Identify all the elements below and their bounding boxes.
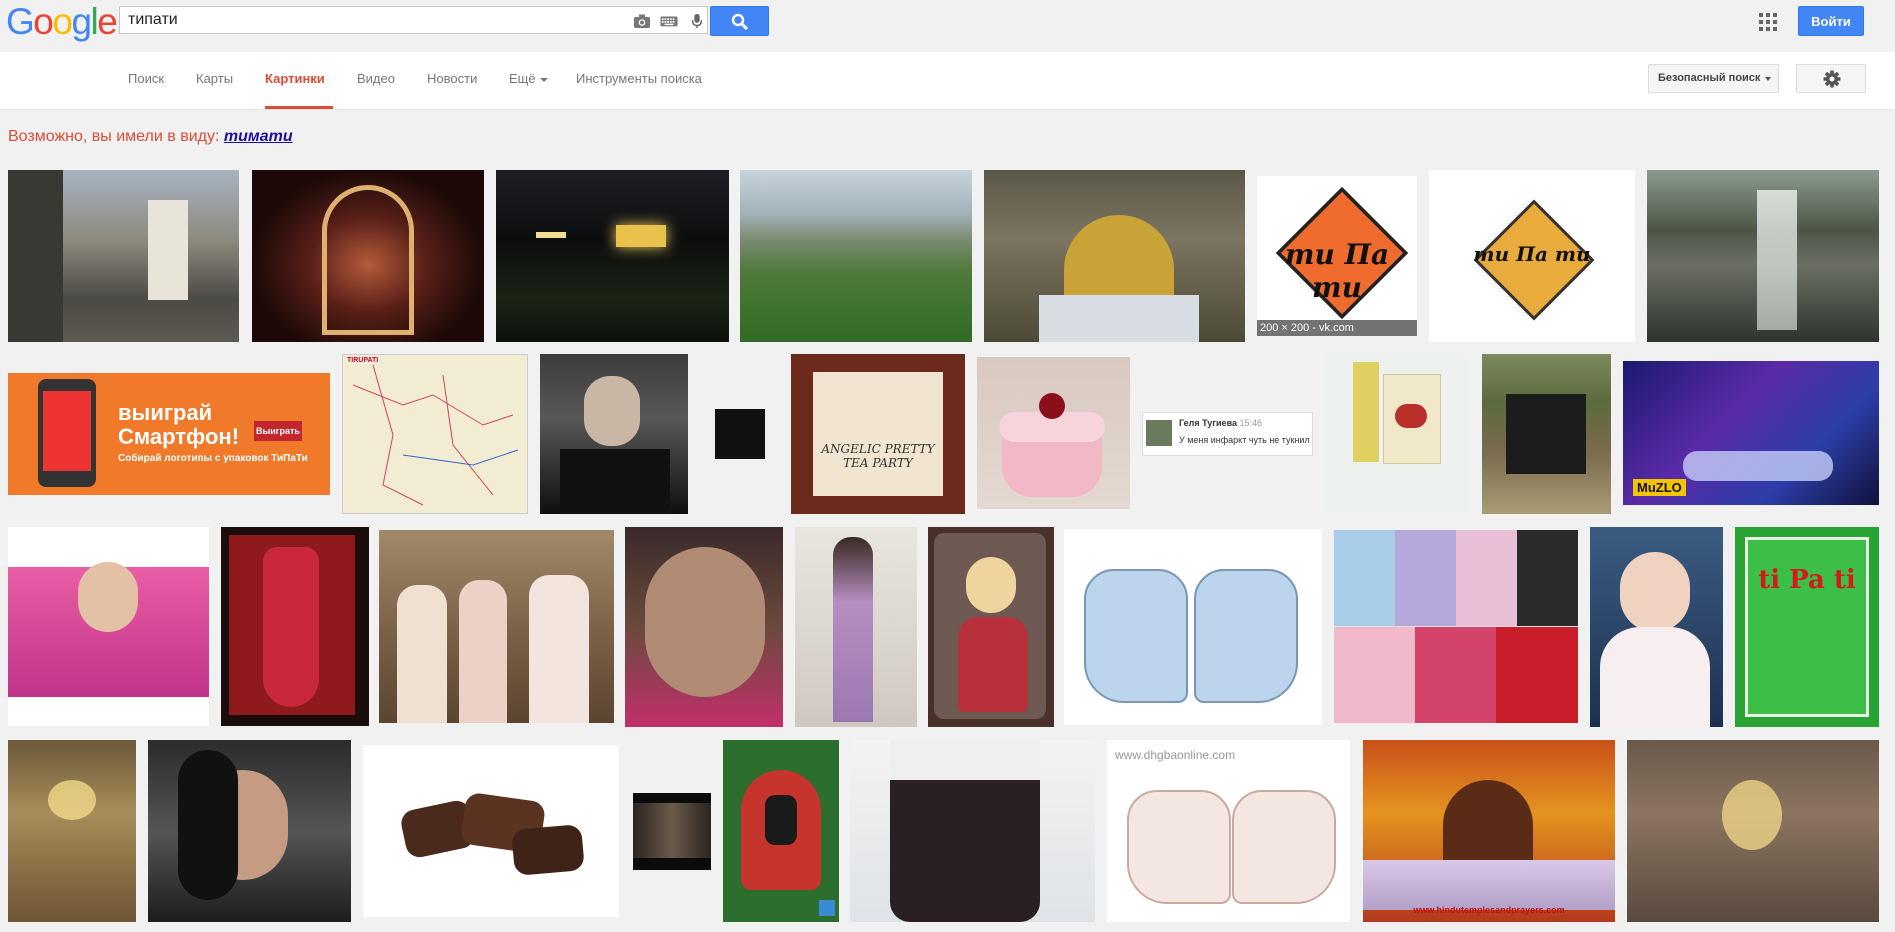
search-button[interactable] (710, 6, 769, 36)
image-thumbnail[interactable] (8, 527, 209, 726)
image-thumbnail[interactable] (715, 409, 765, 459)
image-thumbnail[interactable]: www.dhgbaonline.com (1107, 740, 1350, 922)
promo-subtitle: Собирай логотипы с упаковок ТиПаТи (118, 453, 308, 464)
image-thumbnail[interactable]: TIRUPATI (342, 354, 528, 514)
did-you-mean-link[interactable]: тимати (224, 128, 293, 145)
apps-grid-icon[interactable] (1759, 13, 1777, 31)
image-thumbnail[interactable] (540, 354, 688, 514)
image-thumbnail[interactable]: ти Па ти (1429, 170, 1635, 342)
thumbnail-watermark: www.dhgbaonline.com (1115, 748, 1236, 762)
brand-logo-text: ти Па ти (1473, 242, 1591, 266)
image-thumbnail[interactable] (148, 740, 351, 922)
tab-video[interactable]: Видео (357, 71, 395, 109)
thumbnail-caption: 200 × 200 - vk.com (1257, 320, 1417, 336)
image-thumbnail[interactable] (8, 740, 136, 922)
microphone-icon[interactable] (688, 13, 706, 29)
image-thumbnail[interactable] (363, 745, 619, 917)
image-thumbnail[interactable]: Геля Тугиева 15:46 У меня инфаркт чуть н… (1142, 412, 1313, 456)
sign-line-1: ANGELIC PRETTY (821, 442, 935, 456)
camera-icon[interactable] (633, 13, 651, 29)
channel-logo: MuZLO (1633, 479, 1686, 496)
logo-letter: g (71, 1, 92, 42)
did-you-mean: Возможно, вы имели в виду: тимати (8, 128, 293, 146)
did-you-mean-prefix: Возможно, вы имели в виду: (8, 128, 220, 145)
image-thumbnail[interactable] (723, 740, 839, 922)
settings-button[interactable] (1796, 64, 1866, 93)
poster-title: ti Pa ti (1758, 565, 1856, 595)
image-thumbnail[interactable]: выиграй Смартфон! Выиграть Собирай логот… (8, 373, 330, 495)
image-thumbnail[interactable] (984, 170, 1245, 342)
image-thumbnail[interactable] (1064, 529, 1322, 725)
brand-logo-text: ти Па ти (1284, 238, 1390, 304)
image-thumbnail[interactable] (1325, 354, 1469, 514)
map-lines (352, 364, 519, 506)
tab-search-tools[interactable]: Инструменты поиска (576, 71, 702, 109)
google-logo[interactable]: Google (6, 1, 118, 42)
tab-images[interactable]: Картинки (265, 71, 333, 109)
image-thumbnail[interactable] (795, 527, 917, 727)
search-icon (731, 13, 749, 31)
image-thumbnail[interactable] (252, 170, 484, 342)
image-thumbnail[interactable] (625, 527, 783, 727)
logo-letter: l (90, 1, 99, 42)
top-bar: Google типати Войти (0, 0, 1895, 52)
image-thumbnail[interactable] (1590, 527, 1723, 727)
keyboard-icon[interactable] (660, 13, 678, 29)
image-thumbnail[interactable] (1334, 530, 1578, 723)
search-box (119, 6, 708, 34)
tab-maps[interactable]: Карты (196, 71, 233, 109)
sign-line-2: TEA PARTY (843, 456, 913, 470)
image-thumbnail[interactable]: MuZLO (1623, 361, 1879, 505)
image-thumbnail[interactable] (496, 170, 729, 342)
thumbnail-url: www.hindutemplesandprayers.com (1413, 905, 1565, 915)
chevron-down-icon (1765, 77, 1771, 81)
image-thumbnail[interactable]: ANGELIC PRETTY TEA PARTY (791, 354, 965, 514)
search-input[interactable] (128, 9, 608, 31)
tab-more[interactable]: Ещё (509, 71, 548, 109)
logo-letter: o (33, 1, 54, 42)
comment-time: 15:46 (1239, 418, 1263, 428)
tab-news[interactable]: Новости (427, 71, 477, 109)
image-thumbnail[interactable] (928, 527, 1054, 727)
gear-icon (1823, 70, 1841, 88)
promo-win-button: Выиграть (254, 421, 302, 441)
logo-letter: G (6, 1, 35, 42)
image-thumbnail[interactable] (8, 170, 239, 342)
image-thumbnail[interactable] (1627, 740, 1879, 922)
signin-button[interactable]: Войти (1798, 6, 1864, 36)
image-thumbnail[interactable]: www.hindutemplesandprayers.com (1363, 740, 1615, 922)
tab-more-label: Ещё (509, 71, 536, 86)
image-thumbnail[interactable] (850, 740, 1095, 922)
search-tabs-bar: Поиск Карты Картинки Видео Новости Ещё И… (0, 52, 1895, 110)
image-thumbnail[interactable] (977, 357, 1130, 509)
tab-search[interactable]: Поиск (128, 71, 164, 109)
safesearch-label: Безопасный поиск (1658, 72, 1761, 84)
image-thumbnail[interactable] (221, 527, 369, 726)
image-thumbnail[interactable] (1647, 170, 1879, 342)
image-thumbnail[interactable]: ти Па ти 200 × 200 - vk.com (1257, 176, 1417, 336)
image-thumbnail[interactable]: ti Pa ti (1735, 527, 1879, 727)
image-thumbnail[interactable] (379, 530, 614, 723)
logo-letter: e (97, 1, 118, 42)
chevron-down-icon (539, 77, 548, 82)
image-thumbnail[interactable] (633, 793, 711, 870)
image-thumbnail[interactable] (740, 170, 972, 342)
comment-text: У меня инфаркт чуть не тукнил (1179, 435, 1310, 445)
promo-headline: выиграй Смартфон! (118, 400, 240, 449)
image-thumbnail[interactable] (1482, 354, 1611, 514)
comment-author: Геля Тугиева (1179, 418, 1237, 428)
logo-letter: o (52, 1, 73, 42)
safesearch-button[interactable]: Безопасный поиск (1648, 64, 1779, 93)
